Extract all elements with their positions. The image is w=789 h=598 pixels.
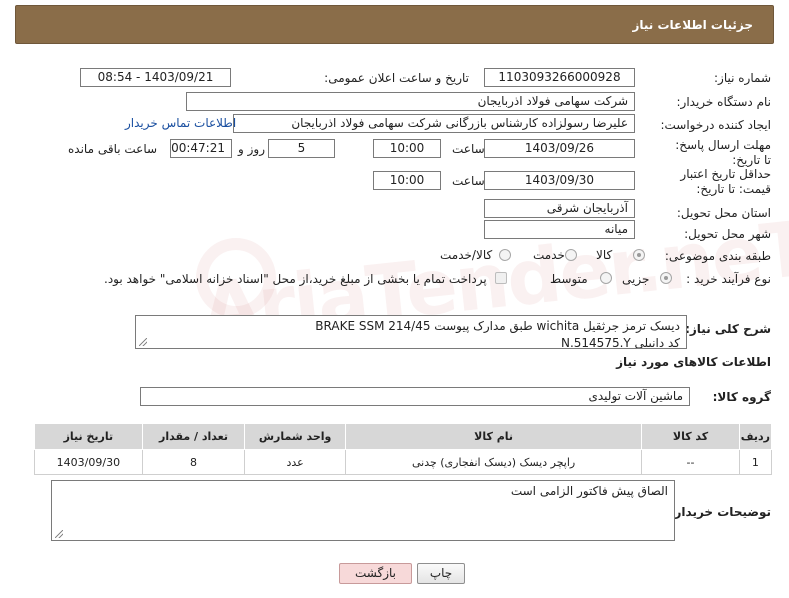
deadline-date-field: 1403/09/26: [484, 139, 635, 158]
table-row: 1 -- راپچر دیسک (دیسک انفجاری) چدنی عدد …: [34, 449, 773, 475]
page-header: جزئیات اطلاعات نیاز: [15, 5, 774, 44]
deadline-days-label: روز و: [238, 142, 265, 156]
purchase-option-medium: متوسط: [550, 272, 588, 286]
buyer-org-label: نام دستگاه خریدار:: [676, 95, 772, 109]
announce-label: تاریخ و ساعت اعلان عمومی:: [324, 71, 469, 85]
resize-handle-icon[interactable]: [139, 338, 147, 346]
price-validity-time-label: ساعت: [452, 174, 485, 188]
buyer-org-field: شرکت سهامی فولاد اذربایجان: [186, 92, 635, 111]
print-button[interactable]: چاپ: [417, 563, 465, 584]
province-field: آذربایجان شرقی: [484, 199, 635, 218]
category-option-goods: کالا: [596, 248, 613, 262]
deadline-days-field: 5: [268, 139, 335, 158]
cell-qty: 8: [141, 449, 246, 475]
requester-field: علیرضا رسولزاده کارشناس بازرگانی شرکت سه…: [233, 114, 635, 133]
price-validity-date-field: 1403/09/30: [484, 171, 635, 190]
cell-date: 1403/09/30: [34, 449, 143, 475]
category-option-both: کالا/خدمت: [440, 248, 493, 262]
cell-row: 1: [738, 449, 773, 475]
cell-unit: عدد: [244, 449, 346, 475]
description-textarea: دیسک ترمز جرثقیل wichita طبق مدارک پیوست…: [135, 315, 687, 349]
announce-field: 1403/09/21 - 08:54: [80, 68, 231, 87]
cell-name: راپچر دیسک (دیسک انفجاری) چدنی: [344, 449, 643, 475]
treasury-payment-checkbox[interactable]: [495, 272, 507, 284]
col-code: کد کالا: [641, 423, 740, 450]
col-qty: تعداد / مقدار: [141, 423, 246, 450]
need-number-label: شماره نیاز:: [714, 71, 771, 85]
col-name: نام کالا: [344, 423, 643, 450]
remaining-time-field: 00:47:21: [170, 139, 232, 158]
deadline-time-field: 10:00: [373, 139, 441, 158]
category-label: طبقه بندی موضوعی:: [664, 249, 771, 263]
purchase-radio-minor[interactable]: [660, 272, 672, 284]
goods-info-title: اطلاعات کالاهای مورد نیاز: [616, 355, 771, 369]
description-line-1: دیسک ترمز جرثقیل wichita طبق مدارک پیوست…: [315, 319, 680, 333]
category-radio-service[interactable]: [565, 249, 577, 261]
requester-label: ایجاد کننده درخواست:: [660, 118, 771, 132]
cell-code: --: [641, 449, 740, 475]
buyer-contact-link[interactable]: اطلاعات تماس خریدار: [125, 116, 236, 130]
remaining-time-label: ساعت باقی مانده: [68, 142, 158, 156]
col-row: ردیف: [738, 423, 773, 450]
purchase-option-minor: جزیی: [622, 272, 650, 286]
buyer-notes-text: الصاق پیش فاکتور الزامی است: [510, 484, 668, 498]
city-field: میانه: [484, 220, 635, 239]
goods-table: ردیف کد کالا نام کالا واحد شمارش تعداد /…: [34, 423, 773, 475]
resize-handle-icon[interactable]: [55, 530, 63, 538]
purchase-radio-medium[interactable]: [600, 272, 612, 284]
buyer-notes-textarea: الصاق پیش فاکتور الزامی است: [51, 480, 675, 541]
need-number-field: 1103093266000928: [484, 68, 635, 87]
purchase-type-label: نوع فرآیند خرید :: [686, 272, 771, 286]
deadline-time-label: ساعت: [452, 142, 485, 156]
description-line-2: کد دانیلی N.514575.Y: [560, 336, 680, 349]
category-radio-both[interactable]: [499, 249, 511, 261]
province-label: استان محل تحویل:: [676, 206, 771, 220]
treasury-payment-note: پرداخت تمام یا بخشی از مبلغ خرید،از محل …: [104, 272, 487, 286]
goods-group-field: ماشین آلات تولیدی: [140, 387, 690, 406]
city-label: شهر محل تحویل:: [684, 227, 771, 241]
description-label: شرح کلی نیاز:: [685, 322, 771, 336]
deadline-label: مهلت ارسال پاسخ: تا تاریخ:: [675, 138, 771, 167]
col-date: تاریخ نیاز: [34, 423, 143, 450]
category-radio-goods[interactable]: [633, 249, 645, 261]
goods-group-label: گروه کالا:: [712, 390, 771, 404]
buyer-notes-label: توضیحات خریدار:: [669, 505, 771, 519]
col-unit: واحد شمارش: [244, 423, 346, 450]
price-validity-time-field: 10:00: [373, 171, 441, 190]
goods-table-header: ردیف کد کالا نام کالا واحد شمارش تعداد /…: [34, 423, 773, 450]
page-title: جزئیات اطلاعات نیاز: [632, 18, 753, 32]
category-option-service: خدمت: [533, 248, 565, 262]
back-button[interactable]: بازگشت: [339, 563, 412, 584]
price-validity-label: حداقل تاریخ اعتبار قیمت: تا تاریخ:: [680, 167, 771, 196]
